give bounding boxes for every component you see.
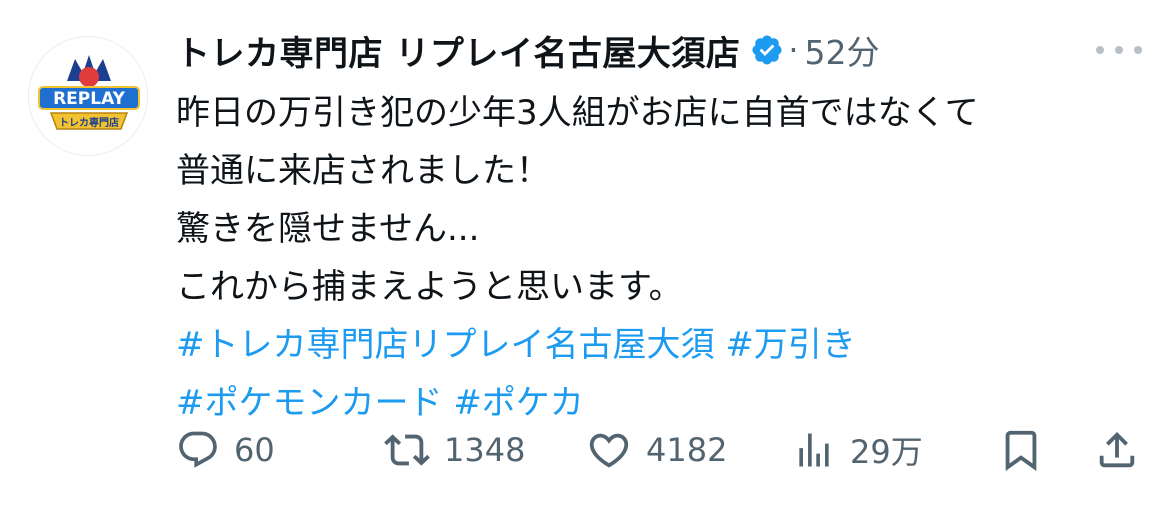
verified-badge-icon [750, 33, 784, 67]
hashtag-link[interactable]: #万引き [725, 325, 856, 365]
more-dot [1134, 46, 1142, 54]
avatar[interactable]: REPLAY トレカ専門店 [28, 36, 148, 156]
retweet-button[interactable]: 1348 [384, 420, 525, 480]
share-button[interactable] [1094, 420, 1140, 480]
retweet-icon [384, 434, 430, 466]
hashtag-link[interactable]: #ポケカ [453, 383, 584, 423]
share-icon [1099, 431, 1135, 468]
action-bar: 60 1348 4182 29万 [176, 420, 1136, 480]
hashtag-link[interactable]: #トレカ専門店リプレイ名古屋大須 [176, 325, 715, 365]
reply-count: 60 [234, 431, 275, 469]
tweet-text: 昨日の万引き犯の少年3人組がお店に自首ではなくて 普通に来店されました！ 驚きを… [176, 84, 1136, 432]
views-count: 29万 [850, 433, 923, 471]
separator-dot: · [788, 31, 799, 69]
tweet-text-line: これから捕まえようと思います。 [176, 267, 683, 307]
more-dot [1115, 46, 1123, 54]
avatar-sublabel: トレカ専門店 [59, 116, 119, 129]
reply-icon [179, 431, 217, 468]
tweet-text-line: 昨日の万引き犯の少年3人組がお店に自首ではなくて [176, 93, 979, 133]
heart-icon [589, 433, 629, 468]
tweet-header: トレカ専門店 リプレイ名古屋大須店 · 52分 [176, 26, 880, 74]
like-count: 4182 [646, 431, 728, 469]
timestamp[interactable]: 52分 [805, 26, 880, 74]
replay-logo: REPLAY トレカ専門店 [29, 37, 147, 155]
more-dot [1096, 46, 1104, 54]
bookmark-icon [1005, 430, 1037, 471]
hashtag-line: #トレカ専門店リプレイ名古屋大須 #万引き [176, 316, 1136, 374]
retweet-count: 1348 [444, 431, 526, 469]
like-button[interactable]: 4182 [586, 420, 727, 480]
hashtag-link[interactable]: #ポケモンカード [176, 383, 443, 423]
views-button[interactable]: 29万 [792, 420, 923, 480]
tweet-text-line: 驚きを隠せません... [176, 209, 480, 249]
avatar-label: REPLAY [53, 89, 126, 109]
tweet-text-line: 普通に来店されました！ [176, 151, 550, 191]
display-name[interactable]: トレカ専門店 リプレイ名古屋大須店 [176, 26, 740, 75]
views-icon [799, 433, 829, 467]
more-icon[interactable] [1096, 38, 1142, 62]
bookmark-button[interactable] [998, 420, 1044, 480]
reply-button[interactable]: 60 [176, 420, 275, 480]
